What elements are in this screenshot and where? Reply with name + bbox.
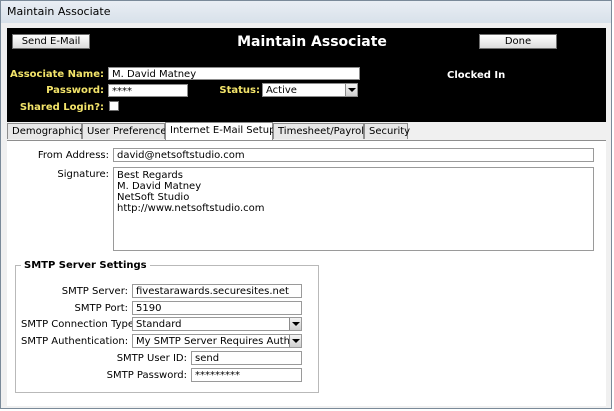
signature-line: http://www.netsoftstudio.com — [117, 203, 265, 214]
smtp-connection-type-value: Standard — [136, 319, 182, 330]
smtp-password-label: SMTP Password: — [106, 370, 187, 381]
tab-security[interactable]: Security — [364, 123, 410, 139]
signature-line: M. David Matney — [117, 181, 202, 192]
smtp-authentication-label: SMTP Authentication: — [21, 336, 129, 347]
smtp-connection-type-label: SMTP Connection Type: — [21, 319, 138, 330]
smtp-settings-title: SMTP Server Settings — [21, 260, 150, 271]
from-address-label: From Address: — [37, 150, 109, 161]
chevron-down-icon[interactable] — [289, 335, 301, 347]
associate-name-label: Associate Name: — [10, 69, 104, 80]
from-address-field[interactable]: david@netsoftstudio.com — [113, 148, 594, 162]
smtp-authentication-value: My SMTP Server Requires Authenti — [136, 336, 302, 347]
smtp-authentication-dropdown[interactable]: My SMTP Server Requires Authenti — [132, 334, 302, 348]
password-label: Password: — [46, 85, 104, 96]
smtp-connection-type-dropdown[interactable]: Standard — [132, 317, 302, 331]
send-email-button[interactable]: Send E-Mail — [12, 34, 90, 49]
tab-demographics[interactable]: Demographics — [7, 123, 84, 139]
tab-timesheet-payroll[interactable]: Timesheet/Payroll — [273, 123, 367, 139]
smtp-server-label: SMTP Server: — [61, 286, 128, 297]
tab-internet-email-setup[interactable]: Internet E-Mail Setup — [165, 122, 275, 140]
smtp-port-label: SMTP Port: — [74, 303, 129, 314]
smtp-port-field[interactable]: 5190 — [132, 301, 302, 315]
signature-line: NetSoft Studio — [117, 192, 190, 203]
password-field[interactable]: **** — [108, 84, 188, 97]
shared-login-checkbox[interactable] — [109, 101, 119, 111]
title-bar: Maintain Associate — [1, 1, 611, 23]
maintain-associate-window: Maintain Associate Send E-Mail Maintain … — [0, 0, 612, 409]
window-title: Maintain Associate — [7, 5, 111, 18]
chevron-down-icon[interactable] — [289, 318, 301, 330]
clocked-status: Clocked In — [447, 70, 506, 81]
signature-label: Signature: — [57, 169, 109, 180]
status-label: Status: — [219, 85, 260, 96]
smtp-server-field[interactable]: fivestarawards.securesites.net — [132, 284, 302, 298]
smtp-user-id-field[interactable]: send — [191, 351, 302, 365]
done-button[interactable]: Done — [479, 34, 557, 49]
associate-name-field[interactable]: M. David Matney — [108, 67, 360, 80]
page-title: Maintain Associate — [237, 34, 387, 50]
signature-field[interactable]: Best Regards M. David Matney NetSoft Stu… — [113, 167, 594, 251]
signature-line: Best Regards — [117, 170, 183, 181]
header-panel: Send E-Mail Maintain Associate Done Asso… — [7, 28, 606, 122]
smtp-user-id-label: SMTP User ID: — [116, 353, 187, 364]
shared-login-label: Shared Login?: — [19, 102, 104, 113]
status-dropdown[interactable]: Active — [262, 83, 358, 97]
status-value: Active — [266, 85, 297, 96]
chevron-down-icon[interactable] — [345, 84, 357, 96]
tab-user-preferences[interactable]: User Preferences — [82, 123, 172, 139]
smtp-password-field[interactable]: ********* — [191, 368, 302, 382]
email-setup-panel: From Address: david@netsoftstudio.com Si… — [7, 140, 606, 406]
